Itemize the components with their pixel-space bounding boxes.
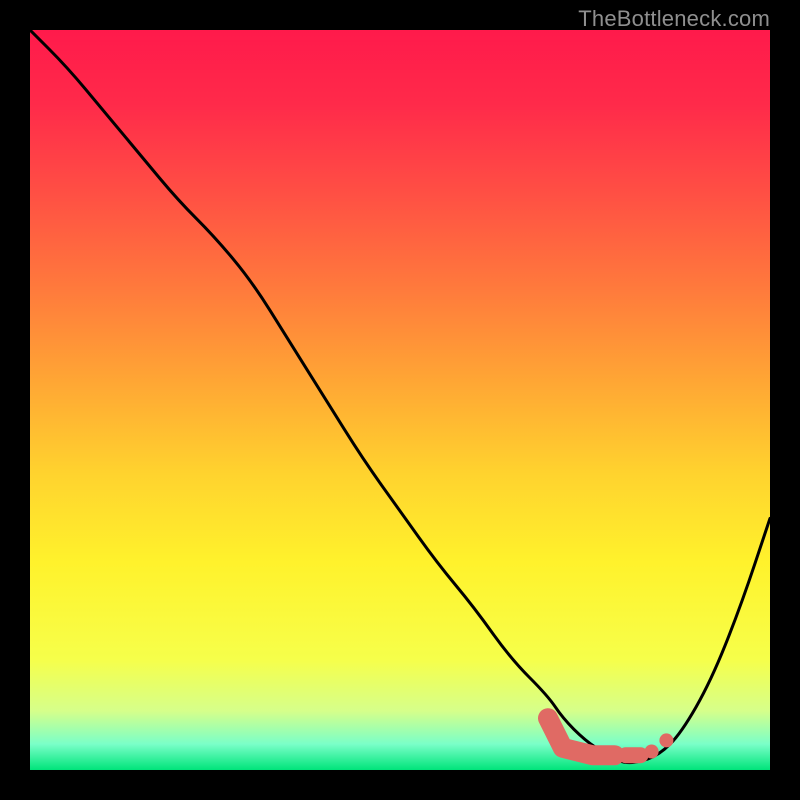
chart-svg [30, 30, 770, 770]
highlight-dot-1 [645, 745, 659, 759]
plot-area [30, 30, 770, 770]
chart-frame: TheBottleneck.com [0, 0, 800, 800]
markers [548, 718, 673, 758]
watermark-text: TheBottleneck.com [578, 6, 770, 32]
highlight-dot-2 [659, 733, 673, 747]
bottleneck-curve [30, 30, 770, 763]
